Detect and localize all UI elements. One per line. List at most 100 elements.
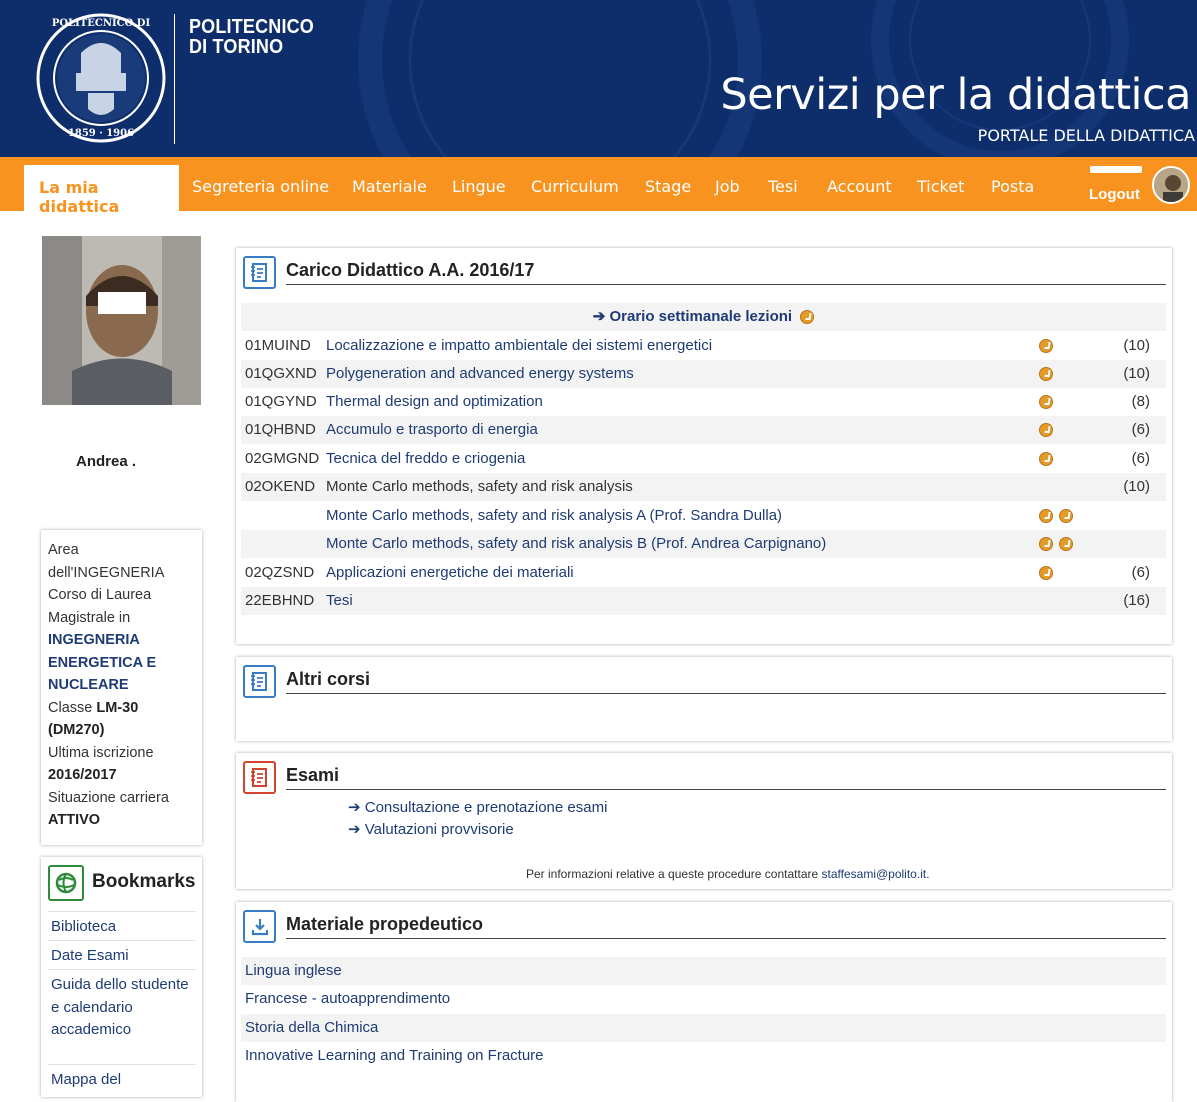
nav-tab-job[interactable]: Job	[715, 177, 740, 196]
course-code: 01QHBND	[245, 421, 316, 438]
table-row: 01MUIND Localizzazione e impatto ambient…	[241, 332, 1166, 360]
university-seal-icon[interactable]: POLITECNICO DI 1859 · 1906	[36, 13, 166, 143]
avatar[interactable]	[1152, 166, 1190, 204]
table-row: 02GMGND Tecnica del freddo e criogenia (…	[241, 445, 1166, 473]
main-nav: La mia didattica Segreteria online Mater…	[0, 157, 1197, 216]
bookmarks-title: Bookmarks	[92, 871, 196, 892]
nav-tab-label: La mia didattica	[39, 178, 120, 216]
valutazioni-link[interactable]: ➔ Valutazioni provvisorie	[348, 820, 514, 838]
portal-subtitle: PORTALE DELLA DIDATTICA	[977, 126, 1195, 145]
course-link[interactable]: Tesi	[326, 587, 353, 615]
divider	[286, 284, 1166, 285]
university-line-1: POLITECNICO	[189, 16, 314, 38]
course-code: 02GMGND	[245, 450, 320, 467]
consultazione-link[interactable]: ➔ Consultazione e prenotazione esami	[348, 798, 607, 816]
nav-tab-materiale[interactable]: Materiale	[352, 177, 427, 196]
career-info: Area dell'INGEGNERIA Corso di Laurea Mag…	[41, 530, 202, 845]
esami-title: Esami	[286, 765, 340, 785]
nav-tab-curriculum[interactable]: Curriculum	[531, 177, 619, 196]
clock-icon[interactable]	[1039, 452, 1053, 466]
download-icon	[243, 910, 276, 943]
user-avatar-icon	[1154, 168, 1188, 202]
course-credits: (6)	[1131, 564, 1150, 581]
clock-icon[interactable]	[1039, 423, 1053, 437]
course-link[interactable]: Applicazioni energetiche dei materiali	[326, 559, 574, 587]
nav-tab-la-mia-didattica[interactable]: La mia didattica	[24, 165, 179, 216]
university-line-2: DI TORINO	[189, 36, 284, 58]
carico-didattico-panel: Carico Didattico A.A. 2016/17 ➔ Orario s…	[236, 248, 1172, 644]
orario-link[interactable]: ➔ Orario settimanale lezioni	[593, 308, 792, 325]
table-row: Monte Carlo methods, safety and risk ana…	[241, 530, 1166, 558]
course-code: 02QZSND	[245, 564, 315, 581]
esami-panel: Esami ➔ Consultazione e prenotazione esa…	[236, 753, 1172, 889]
clock-icon[interactable]	[1039, 395, 1053, 409]
course-name: Monte Carlo methods, safety and risk ana…	[326, 478, 633, 495]
email-link[interactable]: staffesami@polito.it.	[822, 867, 930, 881]
iscrizione-label: Ultima iscrizione	[48, 744, 154, 761]
materiale-item[interactable]: Storia della Chimica	[241, 1014, 1166, 1042]
redacted-text	[95, 432, 150, 442]
esami-info: Per informazioni relative a queste proce…	[526, 867, 930, 881]
service-title: Servizi per la didattica	[720, 70, 1191, 120]
clock-icon[interactable]	[1039, 537, 1053, 551]
course-link[interactable]: Localizzazione e impatto ambientale dei …	[326, 332, 712, 360]
course-link[interactable]: Polygeneration and advanced energy syste…	[326, 360, 634, 388]
corso-value: INGEGNERIA ENERGETICA E NUCLEARE	[48, 632, 157, 693]
course-credits: (6)	[1131, 450, 1150, 467]
materiale-item[interactable]: Innovative Learning and Training on Frac…	[241, 1042, 1166, 1070]
university-name[interactable]: POLITECNICO DI TORINO	[189, 17, 328, 57]
course-link[interactable]: Accumulo e trasporto di energia	[326, 416, 538, 444]
svg-text:1859 · 1906: 1859 · 1906	[68, 128, 134, 139]
notebook-icon	[243, 665, 276, 698]
nav-tab-account[interactable]: Account	[827, 177, 892, 196]
header-divider	[174, 14, 175, 144]
table-row: 02QZSND Applicazioni energetiche dei mat…	[241, 559, 1166, 587]
table-row: 22EBHND Tesi (16)	[241, 587, 1166, 615]
course-code: 01QGYND	[245, 393, 317, 410]
altri-title: Altri corsi	[286, 669, 371, 689]
clock-icon[interactable]	[1059, 537, 1073, 551]
bookmark-guida-studente[interactable]: Guida dello studente e calendario accade…	[48, 969, 196, 1046]
nav-tab-ticket[interactable]: Ticket	[917, 177, 964, 196]
logout-button[interactable]: Logout	[1089, 186, 1140, 203]
student-name: Andrea .	[76, 453, 137, 470]
clock-icon[interactable]	[1059, 509, 1073, 523]
clock-icon[interactable]	[1039, 339, 1053, 353]
orario-row: ➔ Orario settimanale lezioni	[241, 303, 1166, 331]
nav-tab-tesi[interactable]: Tesi	[768, 177, 798, 196]
clock-icon[interactable]	[1039, 509, 1053, 523]
bookmarks-header: Bookmarks	[48, 863, 198, 901]
table-row: Monte Carlo methods, safety and risk ana…	[241, 502, 1166, 530]
course-code: 01MUIND	[245, 337, 311, 354]
clock-icon[interactable]	[1039, 367, 1053, 381]
nav-tab-posta[interactable]: Posta	[991, 177, 1034, 196]
materiale-item[interactable]: Lingua inglese	[241, 957, 1166, 985]
course-link[interactable]: Tecnica del freddo e criogenia	[326, 445, 525, 473]
student-photo	[42, 236, 201, 405]
carriera-value: ATTIVO	[48, 812, 101, 828]
area-label: Area dell'INGEGNERIA	[48, 542, 165, 581]
nav-tab-lingue[interactable]: Lingue	[452, 177, 506, 196]
notebook-icon	[243, 256, 276, 289]
altri-corsi-panel: Altri corsi	[236, 657, 1172, 741]
materiale-item[interactable]: Francese - autoapprendimento	[241, 985, 1166, 1013]
table-row: 01QGXND Polygeneration and advanced ener…	[241, 360, 1166, 388]
course-link[interactable]: Thermal design and optimization	[326, 388, 543, 416]
course-credits: (8)	[1131, 393, 1150, 410]
clock-icon[interactable]	[800, 310, 815, 324]
clock-icon[interactable]	[1039, 566, 1053, 580]
table-row: 01QHBND Accumulo e trasporto di energia …	[241, 416, 1166, 444]
bookmarks-panel: Bookmarks Biblioteca Date Esami Guida de…	[41, 857, 202, 1097]
site-header: POLITECNICO DI 1859 · 1906 POLITECNICO D…	[0, 0, 1197, 157]
course-link[interactable]: Monte Carlo methods, safety and risk ana…	[326, 502, 782, 530]
bookmark-biblioteca[interactable]: Biblioteca	[48, 911, 196, 943]
bookmark-date-esami[interactable]: Date Esami	[48, 940, 196, 972]
nav-tab-segreteria[interactable]: Segreteria online	[192, 177, 329, 196]
course-credits: (6)	[1131, 421, 1150, 438]
iscrizione-value: 2016/2017	[48, 767, 117, 783]
bookmark-mappa[interactable]: Mappa del	[48, 1064, 196, 1096]
globe-icon	[48, 865, 84, 901]
divider	[286, 938, 1166, 939]
nav-tab-stage[interactable]: Stage	[645, 177, 691, 196]
course-link[interactable]: Monte Carlo methods, safety and risk ana…	[326, 530, 826, 558]
